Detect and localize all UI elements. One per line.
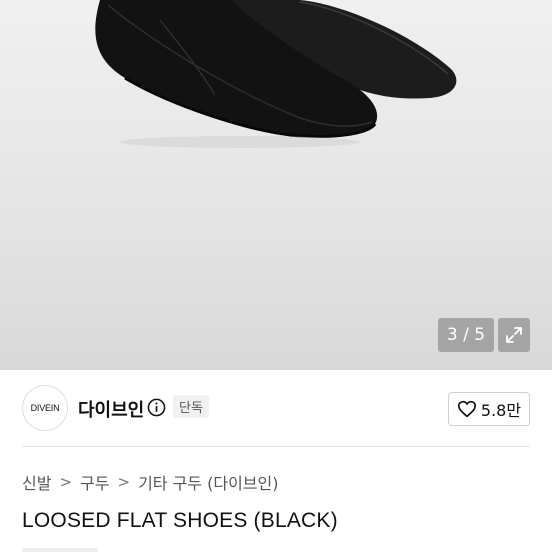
seller-logo[interactable]: DIVEIN (22, 385, 68, 431)
partial-element (22, 548, 98, 552)
seller-section: DIVEIN 다이브인 단독 5.8만 (0, 370, 552, 446)
product-photo (95, 0, 457, 148)
breadcrumb-item-dress-shoes[interactable]: 구두 (80, 470, 109, 494)
breadcrumb: 신발 > 구두 > 기타 구두 (다이브인) (22, 470, 278, 494)
product-image-gallery[interactable]: 3 / 5 (0, 0, 552, 370)
heart-outline-icon (457, 400, 476, 418)
info-circle-icon[interactable] (147, 398, 166, 417)
divider (22, 446, 530, 447)
breadcrumb-item-shoes[interactable]: 신발 (22, 470, 51, 494)
seller-name[interactable]: 다이브인 (78, 396, 144, 422)
product-title: LOOSED FLAT SHOES (BLACK) (22, 509, 338, 532)
chevron-right-icon: > (117, 473, 131, 491)
expand-button[interactable] (498, 318, 530, 352)
breadcrumb-item-other-dress-shoes[interactable]: 기타 구두 (다이브인) (138, 470, 278, 494)
like-button[interactable]: 5.8만 (448, 392, 530, 426)
image-counter: 3 / 5 (438, 318, 494, 352)
exclusive-badge: 단독 (173, 395, 209, 418)
expand-arrows-icon (506, 327, 522, 343)
chevron-right-icon: > (59, 473, 73, 491)
like-count: 5.8만 (480, 401, 522, 420)
